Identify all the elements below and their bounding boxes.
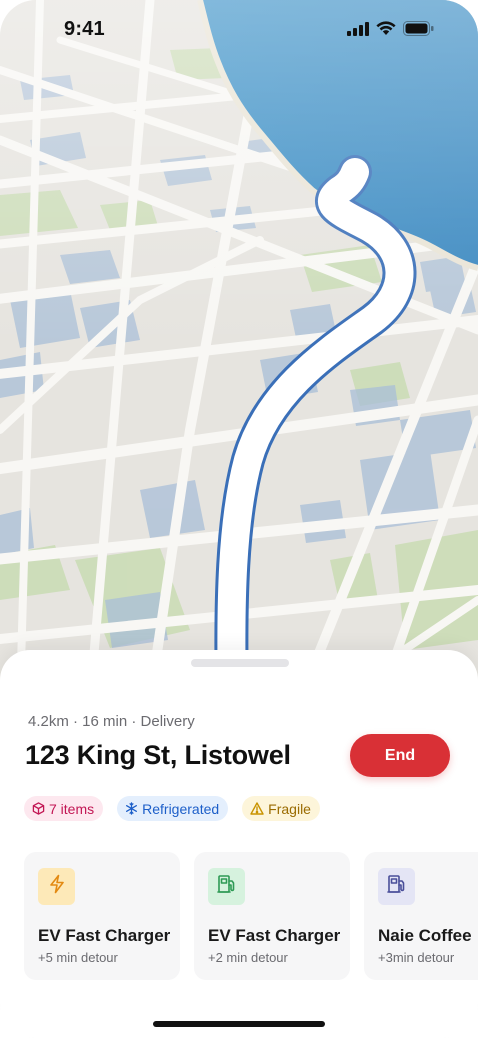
lightning-icon	[48, 874, 66, 899]
phone-screen: 9:41 4.2km · 16 min · Delivery 123 King …	[0, 0, 478, 1038]
tag-refrigerated-label: Refrigerated	[142, 800, 220, 817]
stop-title: EV Fast Charger	[208, 926, 341, 945]
warning-icon	[250, 802, 264, 815]
tag-refrigerated: Refrigerated	[117, 796, 229, 821]
status-icons	[347, 21, 434, 41]
wifi-icon	[376, 21, 396, 41]
suggested-stops: EV Fast Charger +5 min detour EV Fast Ch…	[24, 852, 478, 980]
stop-card[interactable]: EV Fast Charger +2 min detour	[194, 852, 350, 980]
stop-icon-badge	[38, 868, 75, 905]
stop-detour: +5 min detour	[38, 950, 118, 965]
stop-title: EV Fast Charger	[38, 926, 171, 945]
stop-icon-badge	[208, 868, 245, 905]
trip-sheet: 4.2km · 16 min · Delivery 123 King St, L…	[0, 650, 478, 1038]
tag-items: 7 items	[24, 796, 104, 821]
stop-detour: +2 min detour	[208, 950, 288, 965]
package-icon	[32, 802, 45, 815]
tag-fragile: Fragile	[242, 796, 320, 821]
status-bar: 9:41	[0, 0, 478, 58]
end-trip-button[interactable]: End	[350, 734, 450, 777]
status-time: 9:41	[64, 18, 105, 40]
fuel-pump-icon	[386, 873, 408, 900]
sheet-grabber[interactable]	[191, 659, 289, 667]
battery-icon	[403, 21, 434, 41]
stop-icon-badge	[378, 868, 415, 905]
stop-title: Naie Coffee	[378, 926, 472, 945]
tag-items-label: 7 items	[49, 800, 95, 817]
navigation-map[interactable]	[0, 0, 478, 700]
snowflake-icon	[125, 802, 138, 815]
fuel-pump-icon	[216, 873, 238, 900]
cargo-tags: 7 items Refrigerated Fragile	[24, 796, 320, 821]
home-indicator[interactable]	[153, 1021, 325, 1027]
stop-card[interactable]: EV Fast Charger +5 min detour	[24, 852, 180, 980]
stop-card[interactable]: Naie Coffee +3min detour	[364, 852, 478, 980]
destination-address: 123 King St, Listowel	[25, 740, 291, 770]
stop-detour: +3min detour	[378, 950, 455, 965]
signal-icon	[347, 21, 369, 41]
tag-fragile-label: Fragile	[268, 800, 311, 817]
trip-meta: 4.2km · 16 min · Delivery	[28, 713, 195, 730]
